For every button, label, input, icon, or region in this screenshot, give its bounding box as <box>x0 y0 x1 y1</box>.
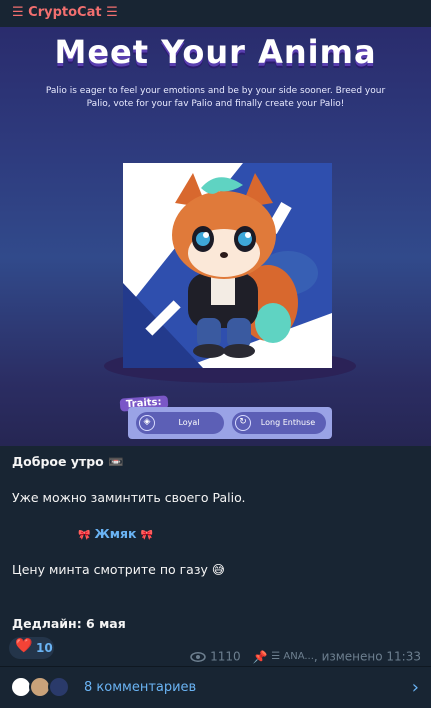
ribbon-icon: 🎀 <box>78 530 91 541</box>
shield-icon: ◈ <box>139 415 155 431</box>
fox-character-illustration <box>123 163 332 368</box>
avatar <box>48 676 70 698</box>
eye-icon <box>190 651 207 662</box>
comments-button[interactable]: 8 комментариев › <box>0 667 431 708</box>
channel-name[interactable]: ☰ CryptoCat ☰ <box>12 5 118 20</box>
ribbon-icon: 🎀 <box>140 530 153 541</box>
post-image[interactable]: Meet Your Anima Palio is eager to feel y… <box>0 27 431 446</box>
heart-reaction[interactable]: ❤️ 10 <box>9 637 54 659</box>
comments-label: 8 комментариев <box>84 680 197 695</box>
traits-box: ◈ Loyal ↻ Long Enthuse <box>128 407 332 439</box>
link-line: 🎀 Жмяк 🎀 <box>78 526 417 541</box>
edited-label: , <box>313 649 322 664</box>
mint-link[interactable]: Жмяк <box>94 526 136 541</box>
channel-post: ☰ CryptoCat ☰ Meet Your Anima Palio is e… <box>0 0 431 708</box>
trait-long-enthuse: ↻ Long Enthuse <box>232 412 326 434</box>
swirl-icon: ↻ <box>235 415 251 431</box>
mint-text: Уже можно заминтить своего Palio. <box>12 490 246 505</box>
reaction-count: 10 <box>36 641 53 655</box>
author-name: ☰ ANA... <box>271 651 314 662</box>
view-count: 1110 <box>210 649 241 664</box>
post-meta: 1110 📌 ☰ ANA..., изменено 11:33 <box>190 649 421 664</box>
deadline-text: Дедлайн: 6 мая <box>12 616 126 631</box>
edited-time: изменено 11:33 <box>321 649 421 664</box>
greeting-text: Доброе утро 📼 <box>12 454 124 469</box>
character-artwork <box>123 163 332 368</box>
banner-subtitle: Palio is eager to feel your emotions and… <box>45 86 386 109</box>
trait-loyal: ◈ Loyal <box>136 412 224 434</box>
gas-text: Цену минта смотрите по газу 😅 <box>12 562 225 577</box>
banner-title: Meet Your Anima <box>54 33 377 71</box>
heart-icon: ❤️ <box>15 638 33 654</box>
pin-icon: 📌 <box>252 649 268 664</box>
chevron-right-icon: › <box>411 677 419 698</box>
